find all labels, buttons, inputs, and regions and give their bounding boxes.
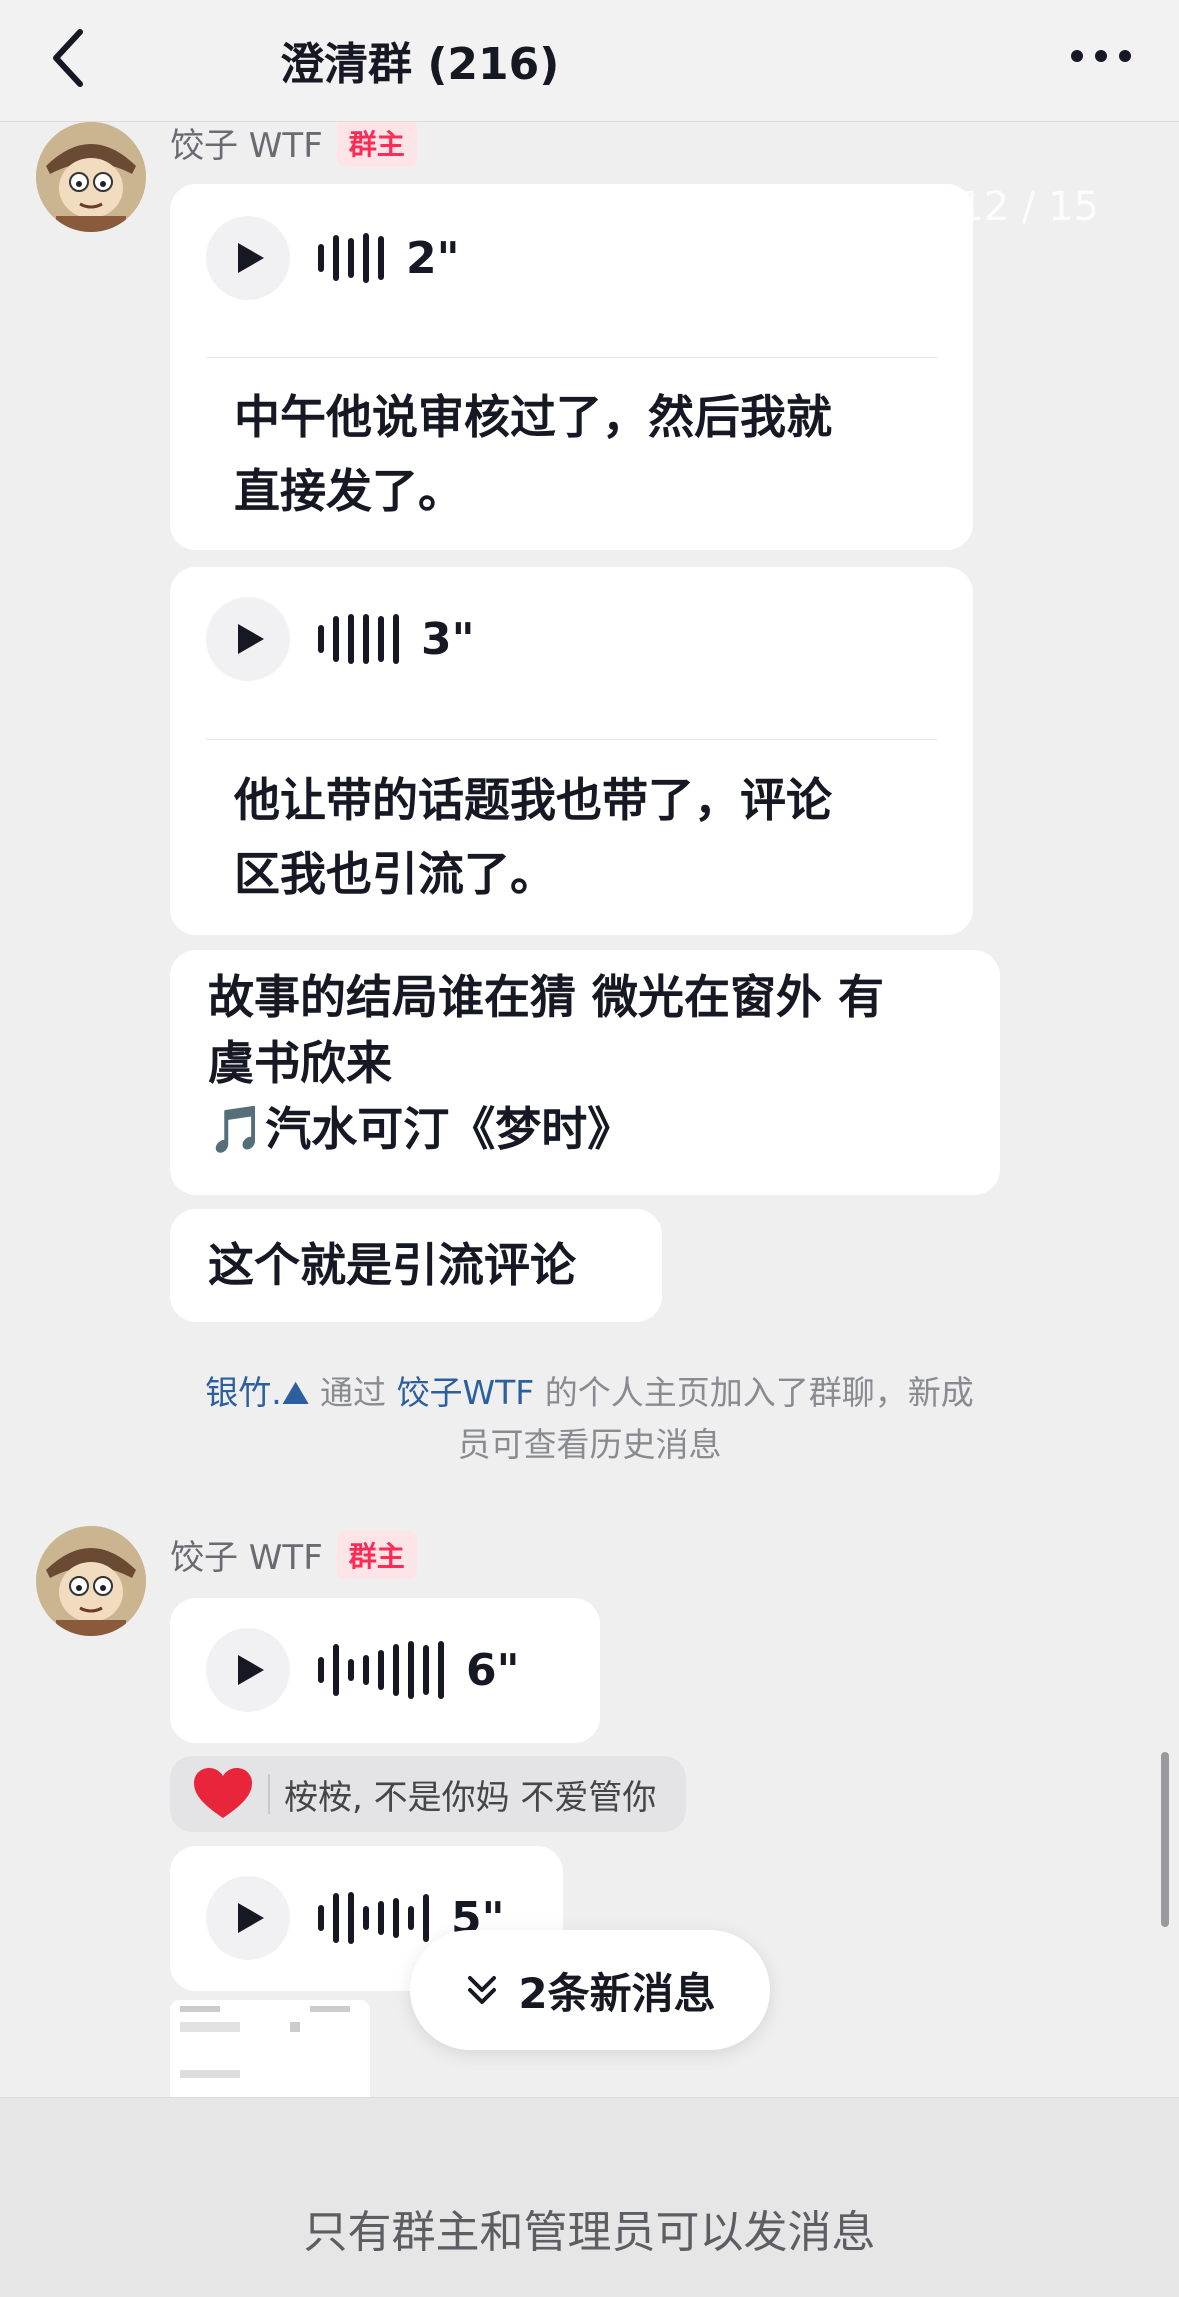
heart-icon [194,1768,252,1818]
new-messages-label: 2条新消息 [518,1968,716,2018]
play-button[interactable] [206,216,290,300]
system-text: 员可查看历史消息 [457,1425,722,1464]
play-icon [238,243,264,273]
waveform-icon [318,1641,444,1699]
sender-name[interactable]: 饺子 WTF [170,122,323,167]
voice-message-bubble[interactable]: 3" 他让带的话题我也带了，评论 区我也引流了。 [170,567,973,935]
reaction-text: 桉桉, 不是你妈 不爱管你 [284,1777,657,1818]
message-line: 故事的结局谁在猜 微光在窗外 有 [208,970,885,1024]
message-list[interactable]: 饺子 WTF 群主 12 / 15 2" 中午他说审核过了，然后我就 直接发了。 [0,122,1179,2097]
more-dots-icon [1071,50,1131,62]
chat-header: 澄清群 (216) [0,0,1179,122]
divider [206,739,937,740]
more-options-button[interactable] [1063,34,1139,78]
divider [206,357,937,358]
voice-duration: 2" [406,232,460,284]
divider [268,1774,270,1814]
owner-badge: 群主 [336,1530,417,1579]
voice-message-bubble[interactable]: 2" 中午他说审核过了，然后我就 直接发了。 [170,184,973,550]
inviter-link[interactable]: 饺子WTF [396,1373,534,1412]
transcript-line: 中午他说审核过了，然后我就 [234,390,832,444]
waveform-icon [318,233,384,283]
voice-message-bubble[interactable]: 6" [170,1598,600,1743]
message-line: 🎵汽水可汀《梦时》 [208,1102,634,1156]
image-message-thumbnail[interactable] [170,2000,370,2097]
voice-player: 2" [206,216,460,300]
voice-player: 3" [206,597,475,681]
reaction-reply[interactable]: 桉桉, 不是你妈 不爱管你 [170,1756,687,1832]
cartoon-avatar-icon [36,122,146,232]
waveform-icon [318,614,399,664]
avatar[interactable] [36,1526,146,1636]
message-line: 虞书欣来 [208,1036,392,1090]
voice-duration: 6" [466,1644,520,1696]
system-join-notice: 银竹.⛰ 通过 饺子WTF 的个人主页加入了群聊，新成 员可查看历史消息 [140,1367,1039,1471]
text-message-bubble[interactable]: 这个就是引流评论 [170,1209,662,1322]
play-button[interactable] [206,1876,290,1960]
text-message-bubble[interactable]: 故事的结局谁在猜 微光在窗外 有 虞书欣来 🎵汽水可汀《梦时》 [170,950,1000,1195]
new-messages-button[interactable]: 2条新消息 [410,1930,770,2050]
double-chevron-down-icon [468,1976,497,2004]
voice-player: 6" [206,1628,520,1712]
message-text: 故事的结局谁在猜 微光在窗外 有 虞书欣来 🎵汽水可汀《梦时》 [208,964,970,1162]
input-disabled-bar: 只有群主和管理员可以发消息 [0,2097,1179,2297]
system-text: 的个人主页加入了群聊，新成 [534,1373,974,1412]
voice-duration: 3" [421,613,475,665]
waveform-icon [318,1892,429,1944]
sender-row: 饺子 WTF 群主 [170,1530,417,1579]
back-button[interactable] [40,22,100,94]
page-counter: 12 / 15 [958,184,1099,230]
voice-transcript: 他让带的话题我也带了，评论 区我也引流了。 [234,763,933,911]
owner-badge: 群主 [336,122,417,167]
play-icon [238,624,264,654]
play-icon [238,1903,264,1933]
cartoon-avatar-icon [36,1526,146,1636]
joined-user-link[interactable]: 银竹.⛰ [205,1373,309,1412]
avatar[interactable] [36,122,146,232]
message-text: 这个就是引流评论 [208,1238,576,1292]
play-button[interactable] [206,597,290,681]
sender-row: 饺子 WTF 群主 [170,122,417,167]
voice-transcript: 中午他说审核过了，然后我就 直接发了。 [234,380,933,528]
permission-notice: 只有群主和管理员可以发消息 [303,2207,876,2258]
transcript-line: 他让带的话题我也带了，评论 [234,773,832,827]
screenshot-preview-icon [170,2000,370,2097]
transcript-line: 区我也引流了。 [234,847,556,901]
chevron-left-icon [53,29,83,87]
play-icon [238,1655,264,1685]
system-text: 通过 [309,1373,397,1412]
transcript-line: 直接发了。 [234,464,464,518]
play-button[interactable] [206,1628,290,1712]
group-title: 澄清群 (216) [280,39,560,90]
scrollbar[interactable] [1161,1752,1169,1927]
chat-screen: 澄清群 (216) 饺子 WTF 群主 12 / 15 2" 中午他说审核过了，… [0,0,1179,2297]
sender-name[interactable]: 饺子 WTF [170,1530,323,1579]
